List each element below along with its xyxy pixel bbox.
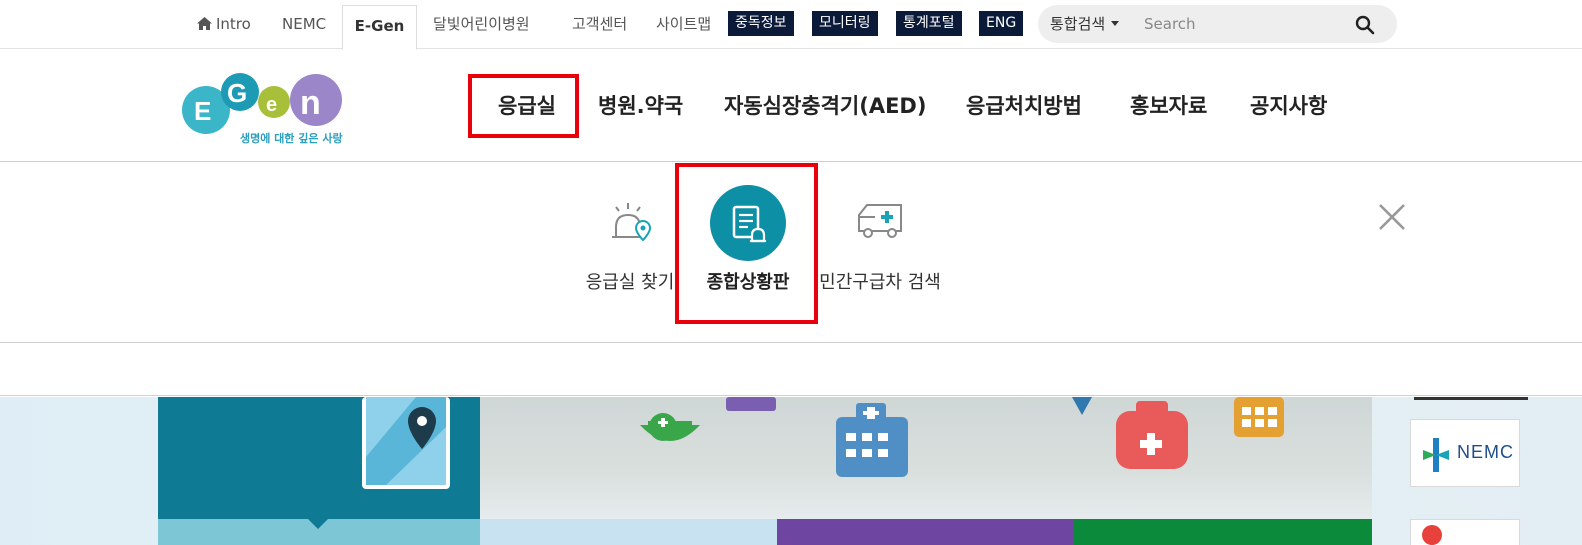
nav-emergency-room[interactable]: 응급실 [498, 50, 556, 162]
search-icon[interactable] [1355, 15, 1375, 35]
tab-indicator-icon [308, 519, 328, 529]
svg-text:n: n [300, 84, 321, 122]
hero-tab-4[interactable] [1074, 519, 1372, 545]
spacer-strip [0, 344, 1582, 396]
nemc-partner-logo[interactable]: NEMC [1410, 419, 1520, 487]
hero-tab-3[interactable] [777, 519, 1074, 545]
main-header: E G e n 생명에 대한 깊은 사랑 응급실 병원.약국 자동심장충격기(A… [0, 50, 1582, 162]
nav-notice[interactable]: 공지사항 [1250, 50, 1327, 162]
siren-location-icon [612, 203, 652, 242]
submenu-situation-board-label: 종합상황판 [706, 272, 790, 293]
map-illustration-icons [640, 397, 1284, 477]
chevron-down-icon [1111, 21, 1120, 26]
hero-map-panel [158, 397, 480, 519]
customer-center-link[interactable]: 고객센터 [572, 0, 627, 49]
svg-text:e: e [266, 94, 277, 116]
egen-logo[interactable]: E G e n 생명에 대한 깊은 사랑 [180, 70, 348, 148]
search-box: 통합검색 [1038, 5, 1397, 43]
submenu-find-er-label: 응급실 찾기 [585, 272, 675, 293]
close-icon[interactable] [1378, 203, 1406, 231]
intro-link[interactable]: Intro [197, 0, 251, 49]
poison-info-button[interactable]: 중독정보 [728, 11, 794, 36]
nav-hospital-pharmacy[interactable]: 병원.약국 [598, 50, 683, 162]
statistics-portal-button[interactable]: 통계포털 [896, 11, 962, 36]
map-pin-icon [362, 397, 450, 489]
hero-map-illustration [480, 397, 1372, 519]
moonlight-children-hospital-link[interactable]: 달빛어린이병원 [433, 0, 530, 49]
svg-text:E: E [194, 96, 211, 126]
eng-button[interactable]: ENG [979, 11, 1024, 36]
nemc-mark-icon [1423, 438, 1449, 472]
search-scope-select[interactable]: 통합검색 [1050, 5, 1120, 43]
egen-tab[interactable]: E-Gen [342, 5, 417, 50]
side-banner-divider [1414, 397, 1528, 400]
top-utility-bar: Intro NEMC E-Gen 달빛어린이병원 고객센터 사이트맵 중독정보 … [0, 0, 1582, 50]
side-banner-2[interactable] [1410, 519, 1520, 545]
logo-tagline: 생명에 대한 깊은 사랑 [240, 131, 343, 145]
situation-board-icon [710, 185, 786, 261]
nemc-link[interactable]: NEMC [282, 0, 326, 49]
hero-tab-2[interactable] [480, 519, 777, 545]
emergency-room-submenu: 응급실 찾기 종합상황판 민간구급차 검색 [0, 163, 1582, 343]
search-input[interactable] [1144, 13, 1344, 35]
search-scope-label: 통합검색 [1050, 15, 1106, 33]
ambulance-icon [858, 204, 902, 238]
svg-text:G: G [227, 78, 247, 108]
nav-promotion[interactable]: 홍보자료 [1130, 50, 1207, 162]
intro-label: Intro [216, 15, 251, 33]
hero-banner: NEMC [0, 397, 1582, 545]
nemc-logo-text: NEMC [1457, 442, 1514, 462]
home-icon [197, 17, 212, 30]
submenu-private-ambulance-label: 민간구급차 검색 [819, 272, 941, 293]
nav-aed[interactable]: 자동심장충격기(AED) [724, 50, 926, 162]
nav-first-aid[interactable]: 응급처치방법 [966, 50, 1082, 162]
side-banner-icon [1422, 525, 1442, 545]
monitoring-button[interactable]: 모니터링 [812, 11, 878, 36]
hero-tab-1[interactable] [158, 519, 480, 545]
sitemap-link[interactable]: 사이트맵 [656, 0, 711, 49]
